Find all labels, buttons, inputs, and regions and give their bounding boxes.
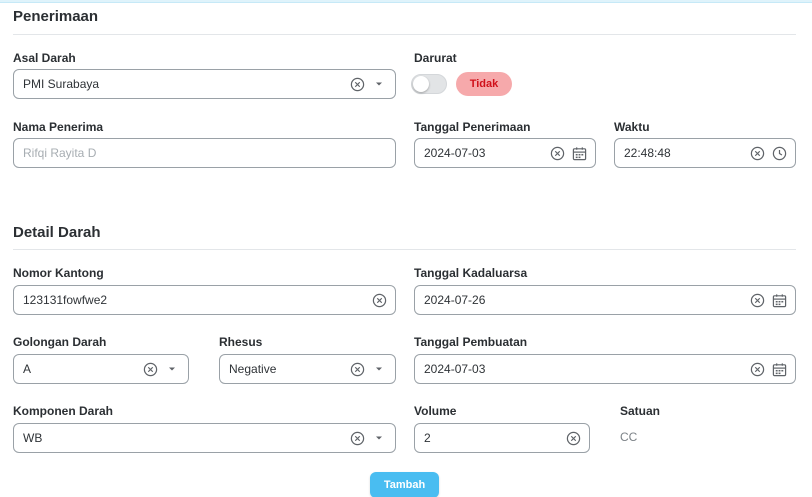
- komponen-darah-label: Komponen Darah: [13, 404, 114, 418]
- tanggal-kadaluarsa-value: 2024-07-26: [424, 293, 486, 307]
- waktu-input[interactable]: 22:48:48: [614, 138, 796, 168]
- clear-icon[interactable]: [565, 430, 581, 446]
- clear-icon[interactable]: [349, 430, 365, 446]
- asal-darah-value: PMI Surabaya: [23, 77, 100, 91]
- clear-icon[interactable]: [349, 76, 365, 92]
- section-title-detail-darah: Detail Darah: [13, 224, 101, 241]
- clear-icon[interactable]: [371, 292, 387, 308]
- tanggal-kadaluarsa-label: Tanggal Kadaluarsa: [414, 266, 528, 280]
- clear-icon[interactable]: [749, 292, 765, 308]
- calendar-icon[interactable]: [771, 292, 787, 308]
- komponen-darah-select[interactable]: WB: [13, 423, 396, 453]
- rhesus-select[interactable]: Negative: [219, 354, 396, 384]
- rhesus-label: Rhesus: [219, 335, 263, 349]
- nomor-kantong-input[interactable]: 123131fowfwe2: [13, 285, 396, 315]
- tanggal-penerimaan-label: Tanggal Penerimaan: [414, 120, 531, 134]
- rhesus-value: Negative: [229, 362, 277, 376]
- tanggal-pembuatan-label: Tanggal Pembuatan: [414, 335, 528, 349]
- tanggal-penerimaan-input[interactable]: 2024-07-03: [414, 138, 596, 168]
- nama-penerima-label: Nama Penerima: [13, 120, 104, 134]
- nama-penerima-placeholder: Rifqi Rayita D: [23, 146, 97, 160]
- clear-icon[interactable]: [749, 361, 765, 377]
- golongan-darah-value: A: [23, 362, 32, 376]
- chevron-down-icon[interactable]: [371, 361, 387, 377]
- tanggal-penerimaan-value: 2024-07-03: [424, 146, 486, 160]
- clear-icon[interactable]: [549, 145, 565, 161]
- asal-darah-select[interactable]: PMI Surabaya: [13, 69, 396, 99]
- darurat-label: Darurat: [414, 51, 457, 65]
- satuan-label: Satuan: [620, 404, 661, 418]
- section-title-penerimaan: Penerimaan: [13, 8, 99, 25]
- clear-icon[interactable]: [749, 145, 765, 161]
- golongan-darah-select[interactable]: A: [13, 354, 189, 384]
- clear-icon[interactable]: [349, 361, 365, 377]
- nama-penerima-input[interactable]: Rifqi Rayita D: [13, 138, 396, 168]
- clear-icon[interactable]: [142, 361, 158, 377]
- clock-icon[interactable]: [771, 145, 787, 161]
- tanggal-kadaluarsa-input[interactable]: 2024-07-26: [414, 285, 796, 315]
- nomor-kantong-value: 123131fowfwe2: [23, 293, 108, 307]
- volume-value: 2: [424, 431, 431, 445]
- volume-input[interactable]: 2: [414, 423, 590, 453]
- chevron-down-icon[interactable]: [371, 76, 387, 92]
- waktu-label: Waktu: [614, 120, 650, 134]
- tambah-button[interactable]: Tambah: [370, 472, 439, 497]
- section-divider: [13, 249, 796, 250]
- toggle-knob: [413, 76, 429, 92]
- tanggal-pembuatan-input[interactable]: 2024-07-03: [414, 354, 796, 384]
- golongan-darah-label: Golongan Darah: [13, 335, 107, 349]
- satuan-value: CC: [620, 430, 638, 444]
- chevron-down-icon[interactable]: [371, 430, 387, 446]
- calendar-icon[interactable]: [571, 145, 587, 161]
- nomor-kantong-label: Nomor Kantong: [13, 266, 104, 280]
- top-border: [0, 0, 812, 3]
- calendar-icon[interactable]: [771, 361, 787, 377]
- volume-label: Volume: [414, 404, 457, 418]
- section-divider: [13, 34, 796, 35]
- tanggal-pembuatan-value: 2024-07-03: [424, 362, 486, 376]
- asal-darah-label: Asal Darah: [13, 51, 76, 65]
- darurat-toggle[interactable]: [411, 74, 447, 94]
- chevron-down-icon[interactable]: [164, 361, 180, 377]
- komponen-darah-value: WB: [23, 431, 43, 445]
- waktu-value: 22:48:48: [624, 146, 671, 160]
- darurat-status-badge: Tidak: [456, 72, 512, 96]
